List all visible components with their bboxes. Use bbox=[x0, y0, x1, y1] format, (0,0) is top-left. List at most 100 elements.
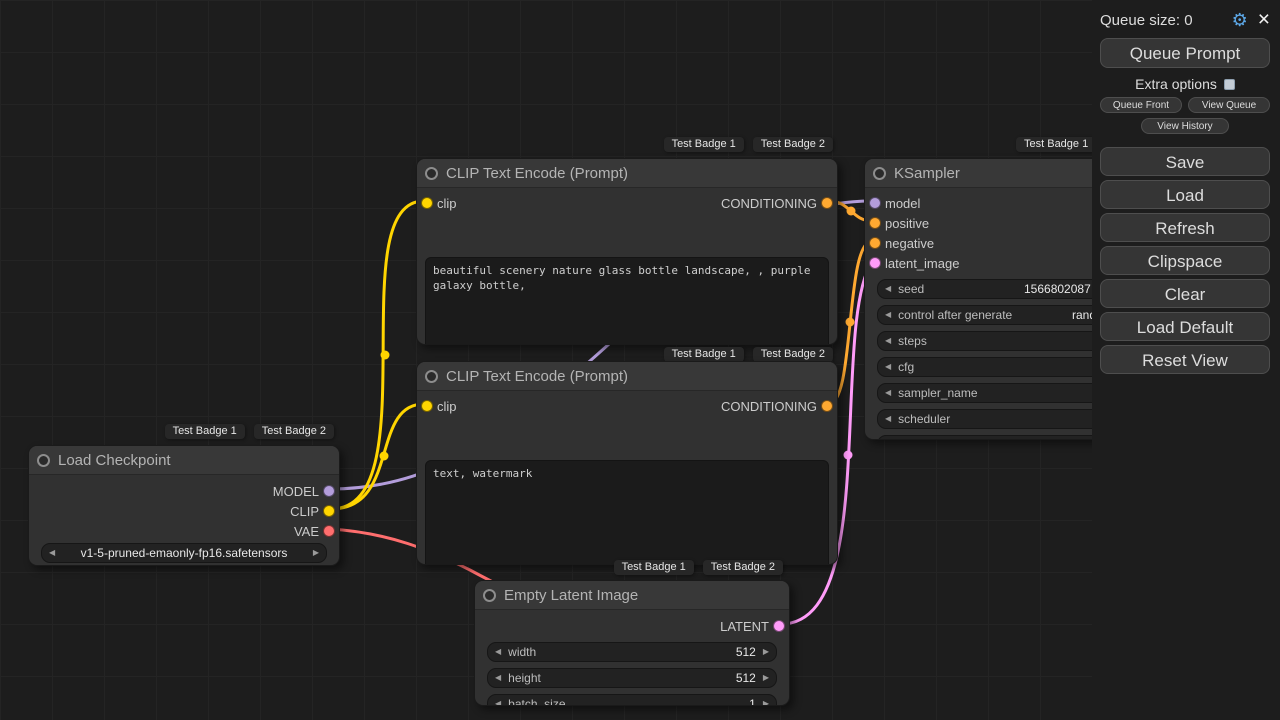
node-empty-latent-image[interactable]: Test Badge 1 Test Badge 2 Empty Latent I… bbox=[474, 580, 790, 706]
node-ksampler[interactable]: Test Badge 1 Test Badge 2 KSampler model… bbox=[864, 158, 1124, 440]
widget-value: 1566802087 bbox=[1024, 282, 1091, 296]
port-positive-input[interactable] bbox=[869, 217, 881, 229]
widget-label: height bbox=[508, 671, 541, 685]
port-clip-input[interactable] bbox=[421, 197, 433, 209]
decrement-arrow-icon[interactable]: ◀ bbox=[488, 643, 508, 661]
decrement-arrow-icon[interactable]: ◀ bbox=[878, 280, 898, 298]
prompt-textarea[interactable]: text, watermark bbox=[425, 460, 829, 565]
widget-steps[interactable]: ◀ steps bbox=[877, 331, 1124, 351]
node-box[interactable]: KSampler model positive negative latent bbox=[864, 158, 1124, 440]
output-row-vae: VAE bbox=[29, 521, 339, 541]
load-button[interactable]: Load bbox=[1100, 180, 1270, 209]
input-row-negative: negative bbox=[865, 233, 1123, 253]
test-badge-1: Test Badge 1 bbox=[165, 424, 245, 439]
node-title: CLIP Text Encode (Prompt) bbox=[446, 165, 628, 182]
settings-gear-icon[interactable]: ⚙ bbox=[1232, 10, 1248, 31]
collapse-dot-icon[interactable] bbox=[37, 454, 50, 467]
wire-clip-positive bbox=[331, 201, 424, 509]
load-default-button[interactable]: Load Default bbox=[1100, 312, 1270, 341]
reset-view-button[interactable]: Reset View bbox=[1100, 345, 1270, 374]
decrement-arrow-icon[interactable]: ◀ bbox=[488, 669, 508, 687]
view-queue-button[interactable]: View Queue bbox=[1188, 97, 1270, 113]
node-badges: Test Badge 1 Test Badge 2 bbox=[664, 137, 833, 152]
widget-control-after-generate[interactable]: ◀ control after generate randomize bbox=[877, 305, 1124, 325]
port-latent-image-input[interactable] bbox=[869, 257, 881, 269]
output-row-clip: CLIP bbox=[29, 501, 339, 521]
port-negative-input[interactable] bbox=[869, 237, 881, 249]
port-model-output[interactable] bbox=[323, 485, 335, 497]
node-title: CLIP Text Encode (Prompt) bbox=[446, 368, 628, 385]
port-latent-output[interactable] bbox=[773, 620, 785, 632]
clipspace-button[interactable]: Clipspace bbox=[1100, 246, 1270, 275]
collapse-dot-icon[interactable] bbox=[483, 589, 496, 602]
node-clip-text-encode-positive[interactable]: Test Badge 1 Test Badge 2 CLIP Text Enco… bbox=[416, 158, 838, 345]
input-label: clip bbox=[437, 399, 457, 414]
decrement-arrow-icon[interactable]: ◀ bbox=[878, 306, 898, 324]
decrement-arrow-icon[interactable]: ◀ bbox=[42, 544, 62, 562]
collapse-dot-icon[interactable] bbox=[873, 167, 886, 180]
decrement-arrow-icon[interactable]: ◀ bbox=[878, 384, 898, 402]
increment-arrow-icon[interactable]: ▶ bbox=[756, 669, 776, 687]
save-button[interactable]: Save bbox=[1100, 147, 1270, 176]
link-dot bbox=[844, 451, 853, 460]
decrement-arrow-icon[interactable]: ◀ bbox=[878, 358, 898, 376]
widget-value: 512 bbox=[736, 645, 756, 659]
widget-width[interactable]: ◀ width 512 ▶ bbox=[487, 642, 777, 662]
node-title-bar[interactable]: Load Checkpoint bbox=[29, 446, 339, 475]
port-clip-output[interactable] bbox=[323, 505, 335, 517]
node-clip-text-encode-negative[interactable]: Test Badge 1 Test Badge 2 CLIP Text Enco… bbox=[416, 361, 838, 565]
prompt-textarea[interactable]: beautiful scenery nature glass bottle la… bbox=[425, 257, 829, 345]
port-conditioning-output[interactable] bbox=[821, 197, 833, 209]
widget-height[interactable]: ◀ height 512 ▶ bbox=[487, 668, 777, 688]
node-box[interactable]: CLIP Text Encode (Prompt) clip CONDITION… bbox=[416, 158, 838, 345]
node-box[interactable]: CLIP Text Encode (Prompt) clip CONDITION… bbox=[416, 361, 838, 565]
decrement-arrow-icon[interactable]: ◀ bbox=[878, 332, 898, 350]
node-box[interactable]: Load Checkpoint MODEL CLIP VAE ◀ v1-5-pr bbox=[28, 445, 340, 566]
widget-scheduler[interactable]: ◀ scheduler bbox=[877, 409, 1124, 429]
port-conditioning-output[interactable] bbox=[821, 400, 833, 412]
refresh-button[interactable]: Refresh bbox=[1100, 213, 1270, 242]
increment-arrow-icon[interactable]: ▶ bbox=[756, 643, 776, 661]
input-row-model: model bbox=[865, 193, 1123, 213]
port-clip-input[interactable] bbox=[421, 400, 433, 412]
node-title: KSampler bbox=[894, 165, 960, 182]
node-title-bar[interactable]: Empty Latent Image bbox=[475, 581, 789, 610]
widget-batch-size[interactable]: ◀ batch_size 1 ▶ bbox=[487, 694, 777, 706]
ckpt-name-value: v1-5-pruned-emaonly-fp16.safetensors bbox=[62, 546, 306, 560]
ckpt-name-widget[interactable]: ◀ v1-5-pruned-emaonly-fp16.safetensors ▶ bbox=[41, 543, 327, 563]
node-title-bar[interactable]: CLIP Text Encode (Prompt) bbox=[417, 159, 837, 188]
extra-options-label: Extra options bbox=[1135, 76, 1217, 92]
collapse-dot-icon[interactable] bbox=[425, 370, 438, 383]
node-title: Load Checkpoint bbox=[58, 452, 171, 469]
view-history-button[interactable]: View History bbox=[1141, 118, 1229, 134]
decrement-arrow-icon[interactable]: ◀ bbox=[488, 695, 508, 706]
node-title-bar[interactable]: CLIP Text Encode (Prompt) bbox=[417, 362, 837, 391]
decrement-arrow-icon[interactable]: ◀ bbox=[878, 410, 898, 428]
port-row: clip CONDITIONING bbox=[417, 195, 837, 211]
node-load-checkpoint[interactable]: Test Badge 1 Test Badge 2 Load Checkpoin… bbox=[28, 445, 340, 566]
input-label: negative bbox=[885, 236, 934, 251]
queue-prompt-button[interactable]: Queue Prompt bbox=[1100, 38, 1270, 68]
output-label: MODEL bbox=[273, 484, 319, 499]
close-icon[interactable]: × bbox=[1258, 11, 1270, 29]
clear-button[interactable]: Clear bbox=[1100, 279, 1270, 308]
node-title-bar[interactable]: KSampler bbox=[865, 159, 1123, 188]
increment-arrow-icon[interactable]: ▶ bbox=[756, 695, 776, 706]
widget-seed[interactable]: ◀ seed 1566802087 bbox=[877, 279, 1124, 299]
port-model-input[interactable] bbox=[869, 197, 881, 209]
node-box[interactable]: Empty Latent Image LATENT ◀ width 512 ▶ … bbox=[474, 580, 790, 706]
node-badges: Test Badge 1 Test Badge 2 bbox=[614, 560, 783, 575]
widget-denoise[interactable]: ◀ denoise bbox=[877, 435, 1124, 440]
widget-sampler-name[interactable]: ◀ sampler_name bbox=[877, 383, 1124, 403]
increment-arrow-icon[interactable]: ▶ bbox=[306, 544, 326, 562]
node-body: MODEL CLIP VAE ◀ v1-5-pruned-emaonly-fp1… bbox=[29, 481, 339, 563]
graph-canvas[interactable]: Test Badge 1 Test Badge 2 Load Checkpoin… bbox=[0, 0, 1280, 720]
decrement-arrow-icon[interactable]: ◀ bbox=[878, 436, 898, 440]
collapse-dot-icon[interactable] bbox=[425, 167, 438, 180]
extra-options-checkbox[interactable] bbox=[1224, 79, 1235, 90]
port-vae-output[interactable] bbox=[323, 525, 335, 537]
widget-label: scheduler bbox=[898, 412, 950, 426]
widget-cfg[interactable]: ◀ cfg bbox=[877, 357, 1124, 377]
node-title: Empty Latent Image bbox=[504, 587, 638, 604]
queue-front-button[interactable]: Queue Front bbox=[1100, 97, 1182, 113]
